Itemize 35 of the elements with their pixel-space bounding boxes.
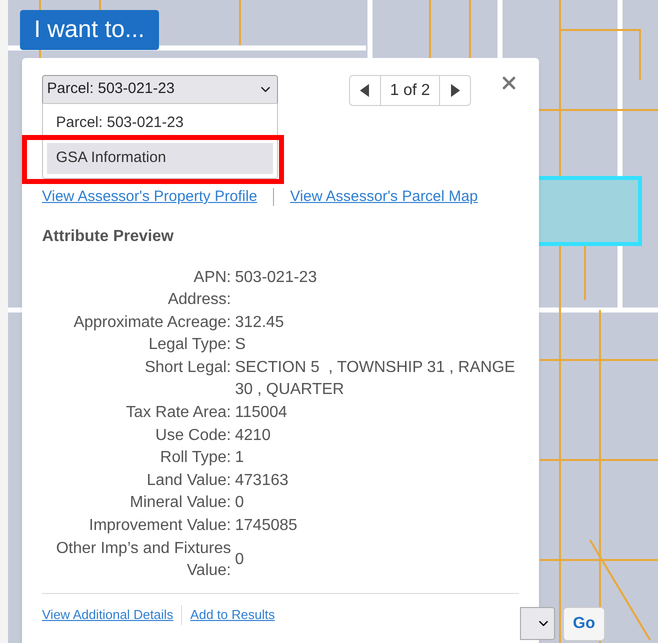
attribute-label: Address: bbox=[166, 290, 231, 310]
attribute-value: 1 bbox=[235, 448, 245, 468]
link[interactable]: View Assessor's Parcel Map bbox=[290, 186, 478, 208]
attribute-label: Land Value: bbox=[146, 470, 231, 491]
attribute-value: 4210 bbox=[235, 426, 272, 446]
dropdown-option[interactable]: GSA Information bbox=[47, 143, 273, 174]
attribute-label: Roll Type: bbox=[159, 448, 231, 468]
attribute-label: Approximate Acreage: bbox=[72, 312, 231, 333]
launcher-button[interactable]: I want to... bbox=[20, 10, 159, 50]
attribute-label: Improvement Value: bbox=[88, 516, 231, 536]
feature-select[interactable]: Parcel: 503-021-23 bbox=[42, 75, 278, 104]
right-triangle-icon bbox=[450, 84, 460, 97]
attribute-value: 503-021-23 bbox=[235, 268, 318, 288]
left-triangle-icon bbox=[360, 84, 370, 97]
attribute-value: S bbox=[235, 335, 247, 356]
go-button[interactable]: Go bbox=[563, 607, 605, 641]
attribute-label: Legal Type: bbox=[148, 335, 231, 356]
attribute-value: 312.45 bbox=[235, 312, 285, 333]
attribute-value: 1745085 bbox=[235, 516, 298, 536]
attribute-label: Mineral Value: bbox=[128, 493, 231, 514]
attribute-label: Short Legal: bbox=[144, 358, 231, 378]
attribute-value: SECTION 5 , TOWNSHIP 31 , RANGE 30 , QUARTER bbox=[235, 358, 516, 400]
attribute-label: Use Code: bbox=[154, 426, 231, 446]
attribute-label: Tax Rate Area: bbox=[125, 403, 231, 424]
link[interactable]: Add to Results bbox=[190, 605, 275, 625]
link[interactable]: View Additional Details bbox=[42, 605, 174, 625]
attribute-value: 0 bbox=[235, 493, 245, 514]
attribute-value: 473163 bbox=[235, 470, 290, 491]
page-indicator: 1 of 2 bbox=[388, 80, 431, 100]
link[interactable]: View Assessor's Property Profile bbox=[42, 186, 258, 208]
attribute-label: APN: bbox=[192, 268, 231, 288]
attribute-value: 115004 bbox=[235, 403, 288, 424]
section-title: Attribute Preview bbox=[42, 226, 175, 246]
attribute-label: Other Imp’s and Fixtures Value: bbox=[55, 538, 231, 582]
attribute-value: 0 bbox=[235, 550, 245, 570]
